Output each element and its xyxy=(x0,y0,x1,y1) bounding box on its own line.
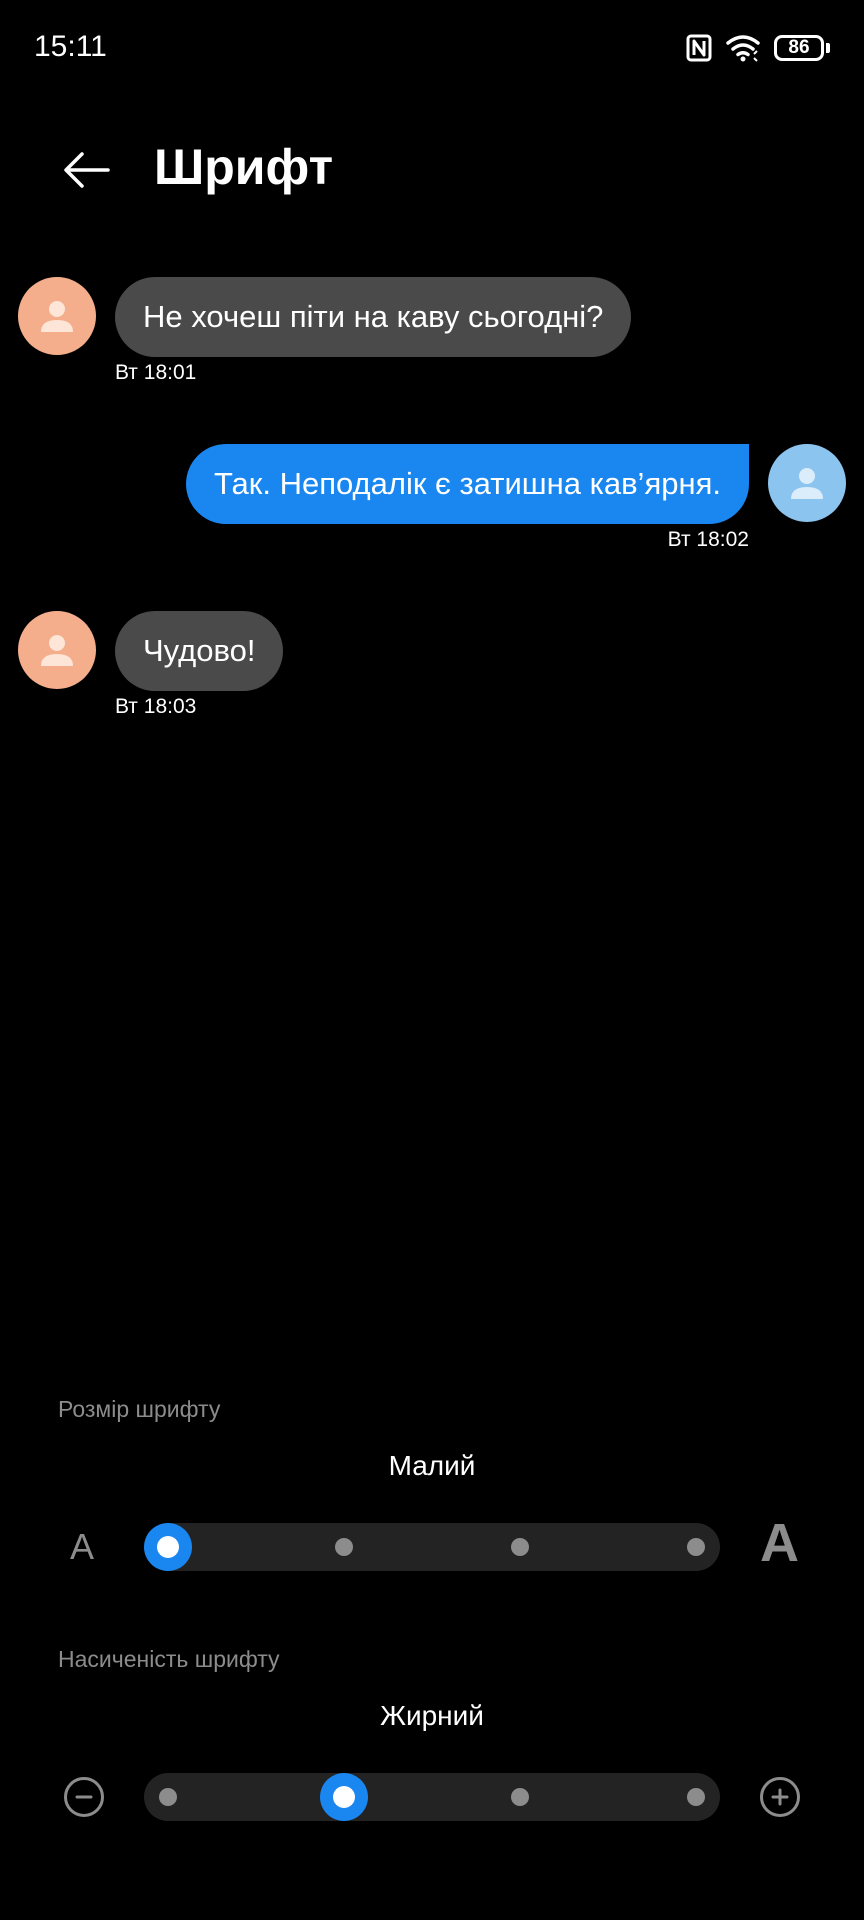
message-bubble-incoming: Не хочеш піти на каву сьогодні? xyxy=(115,277,632,357)
nfc-icon xyxy=(686,34,712,62)
font-size-slider-step[interactable] xyxy=(335,1538,353,1556)
wifi-icon xyxy=(726,35,760,62)
minus-icon xyxy=(75,1795,93,1799)
font-size-label: Розмір шрифту xyxy=(58,1396,221,1422)
font-size-small-glyph[interactable]: A xyxy=(70,1526,94,1568)
font-size-large-glyph[interactable]: A xyxy=(760,1512,799,1574)
font-weight-slider-step[interactable] xyxy=(159,1788,177,1806)
font-weight-value: Жирний xyxy=(380,1700,484,1731)
font-settings-screen: 15:11 86 Шрифт Не хочеш піти на каву сьо… xyxy=(0,0,864,1920)
plus-icon xyxy=(771,1788,789,1806)
font-weight-slider-step[interactable] xyxy=(687,1788,705,1806)
font-weight-slider[interactable] xyxy=(144,1773,720,1821)
avatar-incoming xyxy=(18,611,96,689)
avatar-incoming xyxy=(18,277,96,355)
font-size-value: Малий xyxy=(388,1450,476,1481)
increase-weight-button[interactable] xyxy=(760,1777,800,1817)
font-size-slider-thumb[interactable] xyxy=(144,1523,192,1571)
battery-level: 86 xyxy=(774,35,824,61)
font-size-slider-thumb-center xyxy=(157,1536,179,1558)
message-time: Вт 18:02 xyxy=(667,528,749,551)
font-weight-slider-thumb[interactable] xyxy=(320,1773,368,1821)
status-time: 15:11 xyxy=(34,30,107,63)
font-size-slider[interactable] xyxy=(144,1523,720,1571)
person-icon xyxy=(41,635,73,666)
arrow-left-icon xyxy=(64,152,110,188)
person-icon xyxy=(791,468,823,499)
message-time: Вт 18:01 xyxy=(115,361,197,384)
font-weight-label: Насиченість шрифту xyxy=(58,1646,280,1672)
message-time: Вт 18:03 xyxy=(115,695,197,718)
status-icons: 86 xyxy=(686,30,830,66)
message-bubble-outgoing: Так. Неподалік є затишна кав’ярня. xyxy=(186,444,749,524)
person-icon xyxy=(41,301,73,332)
decrease-weight-button[interactable] xyxy=(64,1777,104,1817)
font-size-slider-step[interactable] xyxy=(687,1538,705,1556)
message-bubble-incoming: Чудово! xyxy=(115,611,284,691)
battery-icon: 86 xyxy=(774,35,830,61)
font-size-slider-step[interactable] xyxy=(511,1538,529,1556)
page-title: Шрифт xyxy=(154,139,334,195)
font-weight-slider-thumb-center xyxy=(333,1786,355,1808)
font-weight-slider-step[interactable] xyxy=(511,1788,529,1806)
avatar-outgoing xyxy=(768,444,846,522)
back-button[interactable] xyxy=(56,140,116,200)
battery-tip xyxy=(826,43,830,53)
